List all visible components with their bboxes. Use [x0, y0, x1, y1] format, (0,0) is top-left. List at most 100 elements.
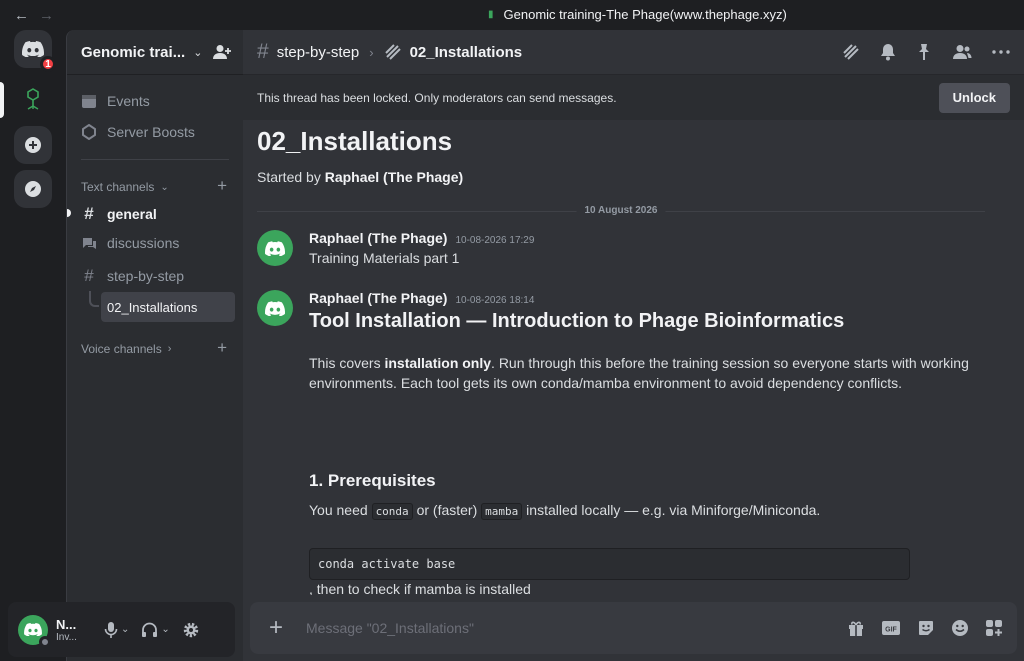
thread-title: 02_Installations	[257, 126, 453, 156]
notification-badge: 1	[40, 56, 56, 72]
message-scroller[interactable]: 02_Installations Started by Raphael (The…	[243, 120, 1024, 595]
voice-channels-category[interactable]: Voice channels ›	[81, 342, 171, 356]
text-run: environments. Each tool gets its own con…	[309, 375, 902, 391]
forum-icon	[83, 238, 96, 249]
hashtag-icon: #	[84, 266, 94, 285]
apps-button[interactable]	[985, 619, 1003, 637]
gif-icon: GIF	[882, 621, 900, 635]
channel-header: # step-by-step › 02_Installations	[243, 30, 1024, 75]
events-label: Events	[107, 93, 150, 109]
threads-icon	[843, 44, 859, 60]
gif-button[interactable]: GIF	[881, 619, 901, 637]
chevron-down-icon: ⌄	[161, 624, 170, 635]
forward-arrow-icon[interactable]: →	[39, 7, 54, 24]
apps-icon	[986, 620, 1002, 636]
channel-label: step-by-step	[107, 268, 185, 284]
unread-indicator	[67, 209, 71, 217]
more-options-button[interactable]	[992, 50, 1010, 54]
more-dots-icon	[992, 50, 1010, 54]
members-icon	[953, 45, 972, 59]
create-voice-channel-plus-icon[interactable]: +	[217, 338, 227, 358]
bold-text: installation only	[384, 355, 492, 371]
bell-icon	[881, 44, 895, 61]
chevron-down-icon: ⌄	[193, 46, 203, 59]
emoji-button[interactable]	[951, 619, 969, 637]
hashtag-icon: #	[84, 204, 94, 223]
channel-discussions[interactable]: discussions	[81, 235, 179, 251]
message-paragraph: You need conda or (faster) mamba install…	[309, 502, 821, 520]
started-by-prefix: Started by	[257, 169, 325, 185]
pinned-messages-button[interactable]	[916, 43, 932, 61]
header-channel-name[interactable]: step-by-step	[277, 44, 360, 61]
member-list-button[interactable]	[952, 44, 972, 60]
create-channel-plus-icon[interactable]: +	[217, 176, 227, 196]
headphones-button[interactable]: ⌄	[137, 616, 173, 644]
server-the-phage[interactable]	[14, 80, 52, 118]
title-bar: ← → ▮ Genomic training-The Phage(www.the…	[0, 0, 1024, 30]
message-author[interactable]: Raphael (The Phage)	[309, 290, 447, 306]
avatar[interactable]	[257, 230, 293, 266]
channel-label: general	[107, 206, 157, 222]
text-run: installed locally — e.g. via Miniforge/M…	[522, 502, 821, 518]
username: N...	[56, 616, 77, 632]
message-paragraph: This covers installation only. Run throu…	[309, 353, 979, 393]
phage-icon	[27, 88, 39, 110]
selected-server-indicator	[0, 82, 4, 118]
discord-logo-icon	[22, 41, 44, 57]
breadcrumb-chevron-icon: ›	[369, 44, 374, 60]
user-info[interactable]: N... Inv...	[56, 617, 90, 643]
headphones-icon	[142, 622, 158, 637]
notifications-button[interactable]	[880, 43, 896, 61]
home-button[interactable]: 1	[14, 30, 56, 72]
channel-general[interactable]: # general	[67, 204, 157, 224]
back-arrow-icon[interactable]: ←	[14, 7, 29, 24]
invite-user-icon[interactable]	[213, 44, 231, 60]
server-icon: ▮	[488, 9, 494, 20]
microphone-icon	[104, 621, 118, 638]
channel-step-by-step[interactable]: # step-by-step	[81, 266, 184, 286]
discord-logo-icon	[265, 300, 285, 316]
server-boosts-item[interactable]: Server Boosts	[81, 124, 195, 140]
user-status: Inv...	[56, 631, 77, 643]
emoji-icon	[952, 620, 968, 636]
guild-header[interactable]: Genomic trai... ⌄	[67, 30, 243, 75]
avatar[interactable]	[18, 614, 51, 648]
text-run: or (faster)	[412, 502, 482, 518]
window-title: ▮ Genomic training-The Phage(www.thephag…	[488, 7, 787, 22]
message-input[interactable]	[306, 620, 847, 636]
user-panel: N... Inv... ⌄ ⌄	[8, 602, 235, 657]
message-author[interactable]: Raphael (The Phage)	[309, 230, 447, 246]
discover-button[interactable]	[14, 170, 52, 208]
sidebar-divider	[81, 159, 229, 160]
microphone-button[interactable]: ⌄	[100, 616, 133, 644]
message-heading: Tool Installation — Introduction to Phag…	[309, 310, 845, 332]
unlock-button[interactable]: Unlock	[938, 82, 1010, 113]
status-indicator	[39, 635, 51, 648]
events-item[interactable]: Events	[81, 93, 150, 109]
server-list: 1	[0, 30, 66, 661]
text-channels-category[interactable]: Text channels ⌄	[81, 180, 169, 194]
voice-channels-label: Voice channels	[81, 342, 162, 356]
boost-icon	[82, 124, 96, 140]
threads-button[interactable]	[842, 43, 860, 61]
text-channels-label: Text channels	[81, 180, 155, 194]
guild-name: Genomic trai...	[81, 43, 186, 61]
discord-logo-icon	[24, 623, 42, 636]
add-server-button[interactable]	[14, 126, 52, 164]
header-thread-name: 02_Installations	[409, 43, 523, 61]
inline-code: conda	[371, 503, 413, 520]
plus-circle-icon	[25, 137, 41, 153]
avatar[interactable]	[257, 290, 293, 326]
message-composer: + GIF	[250, 602, 1017, 654]
gift-button[interactable]	[847, 619, 865, 637]
started-by-author[interactable]: Raphael (The Phage)	[325, 169, 463, 185]
thread-connector	[89, 291, 99, 307]
server-boosts-label: Server Boosts	[107, 124, 195, 140]
sticker-button[interactable]	[917, 619, 935, 637]
upload-plus-icon[interactable]: +	[264, 614, 288, 642]
calendar-icon	[82, 95, 96, 108]
thread-02-installations[interactable]: 02_Installations	[101, 292, 235, 322]
settings-button[interactable]	[178, 616, 204, 644]
date-divider-label: 10 August 2026	[576, 205, 666, 216]
thread-started-by: Started by Raphael (The Phage)	[257, 169, 463, 185]
